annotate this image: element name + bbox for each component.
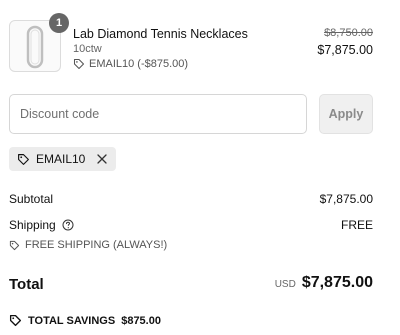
savings-value: $875.00: [121, 314, 161, 327]
total-value-group: USD $7,875.00: [275, 274, 373, 292]
savings-label: TOTAL SAVINGS: [28, 314, 116, 327]
tag-icon: [9, 240, 20, 250]
remove-discount-button[interactable]: [97, 154, 108, 164]
product-discount: EMAIL10 (-$875.00): [73, 58, 188, 70]
shipping-value: FREE: [340, 218, 373, 232]
product-price: $7,875.00: [317, 43, 373, 57]
currency-code: USD: [274, 279, 296, 290]
question-circle-icon: [62, 219, 74, 231]
apply-button[interactable]: Apply: [319, 94, 373, 134]
total-amount: $7,875.00: [301, 274, 373, 291]
applied-discount-chip: EMAIL10: [9, 147, 117, 171]
shipping-note-text: FREE SHIPPING (ALWAYS!): [25, 239, 168, 251]
shipping-label: Shipping: [9, 218, 56, 232]
tag-icon: [73, 58, 85, 70]
tag-icon: [9, 314, 22, 327]
subtotal-label: Subtotal: [9, 192, 54, 206]
help-icon[interactable]: [62, 219, 74, 231]
order-summary: 1 Lab Diamond Tennis Necklaces 10ctw EMA…: [0, 0, 400, 335]
subtotal-value: $7,875.00: [319, 192, 373, 206]
total-label: Total: [9, 276, 44, 293]
original-price: $8,750.00: [324, 27, 373, 39]
product-variant: 10ctw: [73, 43, 102, 55]
shipping-row: Shipping: [9, 218, 74, 232]
tag-icon: [18, 153, 29, 165]
applied-code: EMAIL10: [36, 152, 86, 166]
quantity-badge: 1: [49, 13, 69, 33]
product-discount-text: EMAIL10 (-$875.00): [89, 58, 189, 70]
total-savings: TOTAL SAVINGS $875.00: [9, 314, 161, 327]
close-icon: [97, 154, 108, 164]
shipping-note: FREE SHIPPING (ALWAYS!): [9, 239, 167, 251]
product-name: Lab Diamond Tennis Necklaces: [73, 27, 248, 41]
discount-code-input[interactable]: [9, 94, 307, 134]
